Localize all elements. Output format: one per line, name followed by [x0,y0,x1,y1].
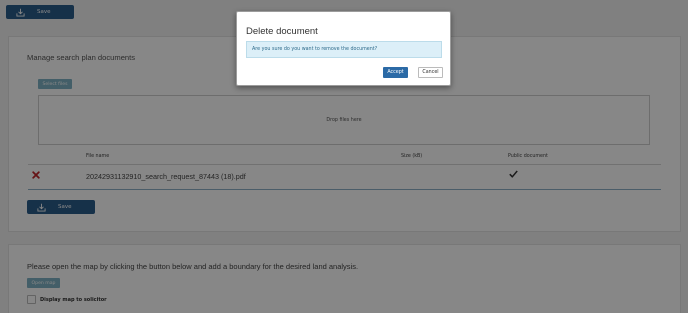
delete-document-dialog: Delete document Are you sure do you want… [236,11,451,86]
dialog-message: Are you sure do you want to remove the d… [252,47,378,52]
dialog-title: Delete document [246,26,318,37]
dialog-alert: Are you sure do you want to remove the d… [246,41,442,58]
accept-button[interactable]: Accept [383,67,408,78]
cancel-button[interactable]: Cancel [418,67,443,78]
